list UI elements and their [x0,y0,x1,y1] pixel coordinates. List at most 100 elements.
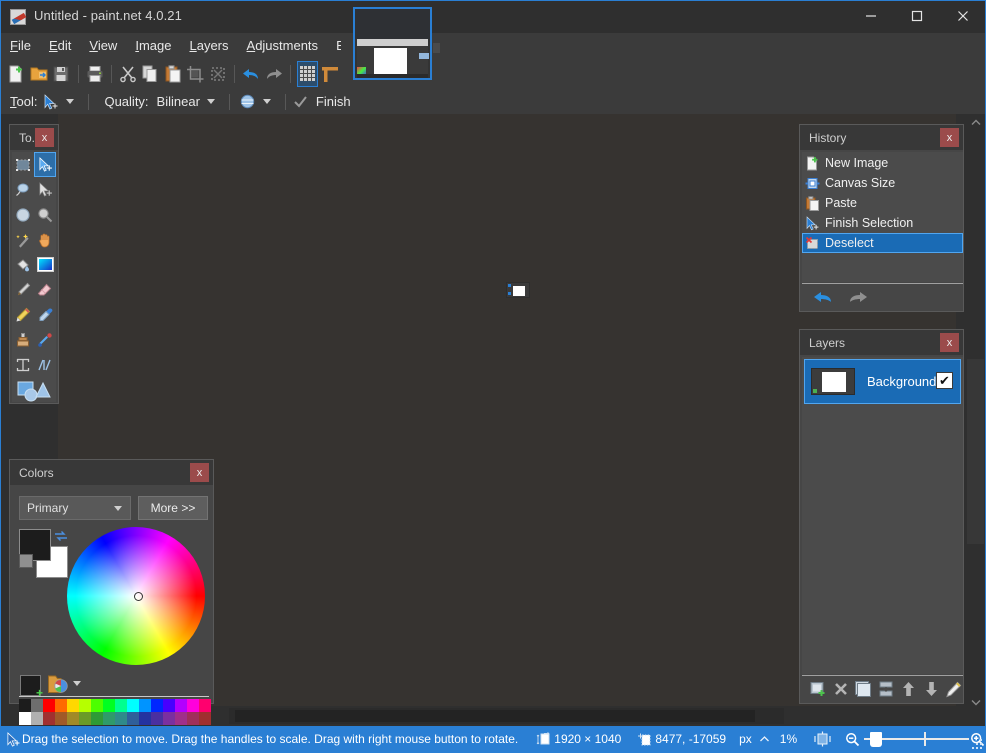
pencil-icon[interactable] [12,302,34,327]
palette-swatch[interactable] [103,712,115,725]
merge-down-icon[interactable] [877,679,896,700]
palette-swatch[interactable] [31,699,43,712]
blend-mode-icon[interactable] [239,93,256,110]
layer-visibility-checkbox[interactable]: ✔ [936,372,953,389]
menu-file[interactable]: File [1,35,40,56]
minimize-button[interactable] [848,1,894,31]
palette-swatch[interactable] [79,712,91,725]
palette-swatch[interactable] [199,712,211,725]
palette-swatch[interactable] [55,699,67,712]
palette-swatch[interactable] [55,712,67,725]
palette-swatch[interactable] [31,712,43,725]
layers-window-close-button[interactable]: x [940,333,959,352]
zoom-slider-thumb[interactable] [870,732,883,747]
palette-swatch[interactable] [187,699,199,712]
tool-dropdown-caret-icon[interactable] [66,99,75,104]
rulers-icon[interactable] [320,61,341,87]
history-item-finish-selection[interactable]: Finish Selection [802,213,963,233]
palette-swatch[interactable] [115,712,127,725]
scroll-up-arrow-icon[interactable] [966,114,985,131]
deselect-icon[interactable] [208,61,229,87]
palette-icon[interactable] [47,674,69,696]
tools-window-header[interactable]: To... x [10,125,58,150]
palette-swatch[interactable] [151,712,163,725]
layers-window-header[interactable]: Layers x [800,330,963,355]
magic-wand-icon[interactable] [12,227,34,252]
palette-swatch[interactable] [175,712,187,725]
arrow-down-icon[interactable] [922,679,941,700]
vertical-scroll-thumb[interactable] [967,359,984,544]
layers-list[interactable]: Background ✔ [802,357,963,674]
add-layer-icon[interactable] [809,679,828,700]
redo-arrow-icon[interactable] [263,61,284,87]
palette-dropdown-caret-icon[interactable] [73,681,81,686]
blend-dropdown-caret-icon[interactable] [262,99,271,104]
menu-image[interactable]: Image [126,35,180,56]
palette-swatch[interactable] [67,699,79,712]
zoom-slider[interactable] [864,732,970,747]
floppy-disk-icon[interactable] [51,61,72,87]
undo-arrow-icon[interactable] [241,61,262,87]
thumbnail-strip-handle[interactable] [433,43,440,53]
copy-icon[interactable] [140,61,161,87]
paint-bucket-icon[interactable] [12,252,34,277]
move-selection-arrow-icon[interactable] [34,177,56,202]
more-colors-button[interactable]: More >> [138,496,208,520]
arrow-up-icon[interactable] [899,679,918,700]
palette-swatch[interactable] [43,699,55,712]
reset-colors-icon[interactable] [19,554,33,568]
hand-icon[interactable] [34,227,56,252]
lasso-select-icon[interactable] [12,177,34,202]
palette-swatch[interactable] [91,712,103,725]
printer-icon[interactable] [84,61,105,87]
scissors-icon[interactable] [118,61,139,87]
palette-swatch[interactable] [19,699,31,712]
palette-swatch[interactable] [127,712,139,725]
layer-properties-icon[interactable] [944,679,963,700]
menu-edit[interactable]: Edit [40,35,80,56]
text-tool-icon[interactable] [12,352,34,377]
clipboard-icon[interactable] [163,61,184,87]
close-button[interactable] [940,1,985,31]
history-window-close-button[interactable]: x [940,128,959,147]
gradient-icon[interactable] [34,252,56,277]
palette-swatch[interactable] [19,712,31,725]
history-item-new-image[interactable]: New Image [802,153,963,173]
ellipse-select-icon[interactable] [12,202,34,227]
units-label[interactable]: px [739,732,752,746]
add-color-icon[interactable]: + [20,675,43,699]
layer-row-background[interactable]: Background ✔ [804,359,961,404]
vertical-scrollbar[interactable] [966,114,985,729]
palette-swatch[interactable] [115,699,127,712]
horizontal-scroll-thumb[interactable] [235,710,755,722]
history-window-header[interactable]: History x [800,125,963,150]
zoom-level-value[interactable]: 1% [780,732,797,746]
recolor-icon[interactable] [34,327,56,352]
delete-layer-icon[interactable] [832,679,851,700]
history-list[interactable]: New Image Canvas Size Paste Finish Selec… [802,152,963,282]
magnifier-icon[interactable] [34,202,56,227]
new-file-icon[interactable] [6,61,27,87]
palette-swatch[interactable] [163,699,175,712]
line-curve-icon[interactable] [34,352,56,377]
grid-icon[interactable] [296,60,318,87]
history-item-deselect[interactable]: Deselect [802,233,963,253]
shapes-icon[interactable] [12,377,56,404]
palette-swatch[interactable] [79,699,91,712]
open-folder-icon[interactable] [29,61,50,87]
duplicate-layer-icon[interactable] [854,679,873,700]
horizontal-scrollbar[interactable] [229,708,784,724]
paintbrush-icon[interactable] [12,277,34,302]
swap-colors-icon[interactable] [54,529,68,541]
mini-canvas-preview[interactable] [506,282,530,298]
quality-value[interactable]: Bilinear [157,94,200,109]
palette-swatch[interactable] [127,699,139,712]
maximize-button[interactable] [894,1,940,31]
zoom-out-icon[interactable] [845,732,860,747]
palette-swatch[interactable] [139,712,151,725]
move-selected-icon[interactable] [34,152,56,177]
menu-layers[interactable]: Layers [180,35,237,56]
palette-swatch[interactable] [91,699,103,712]
history-item-canvas-size[interactable]: Canvas Size [802,173,963,193]
palette-swatch[interactable] [151,699,163,712]
